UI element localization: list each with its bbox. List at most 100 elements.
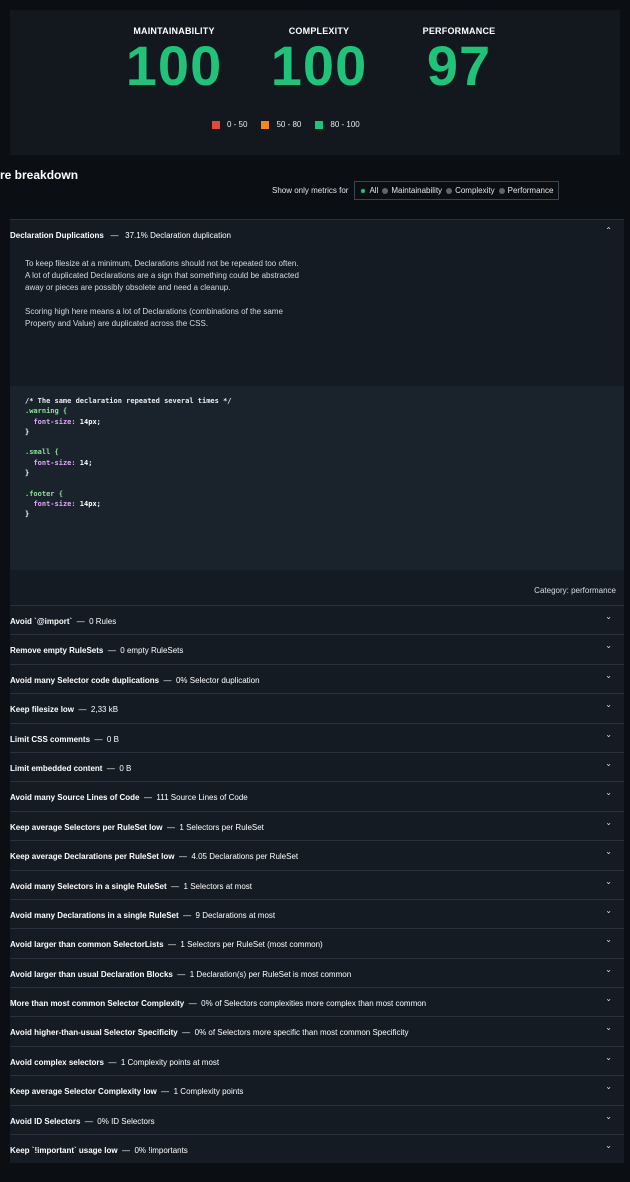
metric-row[interactable]: Keep average Selector Complexity low — 1… [10, 1075, 624, 1105]
chevron-down-icon[interactable]: ⌄ [605, 818, 612, 827]
code-brace: } [25, 510, 30, 519]
chevron-down-icon[interactable]: ⌄ [605, 641, 612, 650]
metric-separator: — [172, 969, 190, 979]
chevron-down-icon[interactable]: ⌄ [605, 965, 612, 974]
code-selector: .small { [25, 448, 59, 457]
option-label: All [369, 186, 379, 195]
metric-value: 0 B [119, 763, 132, 773]
metric-title: Avoid `@import` — 0 Rules [10, 617, 116, 626]
metric-row[interactable]: Keep average Declarations per RuleSet lo… [10, 840, 624, 870]
metric-panel-header[interactable]: Declaration Duplications — 37.1% Declara… [10, 219, 624, 252]
metric-row[interactable]: More than most common Selector Complexit… [10, 987, 624, 1017]
chevron-down-icon[interactable]: ⌄ [605, 759, 612, 768]
metric-row[interactable]: Avoid many Source Lines of Code — 111 So… [10, 781, 624, 811]
metric-title: Keep average Selector Complexity low — 1… [10, 1087, 243, 1096]
metric-value: 0 Rules [89, 617, 117, 626]
chevron-down-icon[interactable]: ⌄ [605, 1082, 612, 1091]
metric-row[interactable]: Avoid higher-than-usual Selector Specifi… [10, 1016, 624, 1046]
metric-name: Remove empty RuleSets [10, 646, 104, 656]
chevron-down-icon[interactable]: ⌄ [605, 1141, 612, 1150]
metric-row[interactable]: Keep `!important` usage low — 0% !import… [10, 1134, 624, 1164]
score-value: 97 [426, 34, 492, 97]
metric-name: Keep average Selectors per RuleSet low [10, 822, 163, 832]
metric-title: Avoid many Selector code duplications — … [10, 676, 260, 685]
code-declaration: font-size: 14px; [10, 417, 624, 427]
code-brace: } [25, 469, 30, 478]
chevron-down-icon[interactable]: ⌄ [605, 935, 612, 944]
code-selector: .warning { [25, 407, 68, 416]
description-paragraph: To keep filesize at a minimum, Declarati… [25, 259, 299, 292]
metric-value: 1 Complexity points [173, 1087, 244, 1097]
chevron-down-icon[interactable]: ⌄ [605, 700, 612, 709]
metric-separator: — [117, 1146, 135, 1156]
metric-name: Avoid many Selector code duplications [10, 675, 160, 685]
metric-title: Avoid ID Selectors — 0% ID Selectors [10, 1117, 155, 1126]
chevron-down-icon[interactable]: ⌄ [605, 788, 612, 797]
chevron-down-icon[interactable]: ⌄ [605, 1112, 612, 1121]
metric-row[interactable]: Keep average Selectors per RuleSet low —… [10, 810, 624, 841]
metric-value: 1 Declaration(s) per RuleSet is most com… [189, 969, 352, 979]
code-selector: .footer { [25, 489, 63, 498]
metric-value: 0% of Selectors more specific than most … [194, 1028, 409, 1038]
metric-value: 1 Complexity points at most [120, 1057, 220, 1067]
metric-row[interactable]: Avoid many Selectors in a single RuleSet… [10, 869, 624, 899]
filter-option-performance[interactable]: Performance [498, 186, 553, 195]
chevron-down-icon[interactable]: ⌄ [605, 1053, 612, 1062]
metric-title: Keep filesize low — 2,33 kB [10, 705, 118, 714]
filter-options: All Maintainability Complexity Performan… [354, 181, 560, 200]
chevron-down-icon[interactable]: ⌄ [605, 1023, 612, 1032]
radio-selected-icon[interactable] [360, 187, 367, 194]
legend-label: 0 - 50 [227, 120, 248, 129]
description-paragraph: Scoring high here means a lot of Declara… [25, 307, 283, 328]
chevron-up-icon[interactable]: ⌃ [605, 226, 612, 235]
metric-row[interactable]: Avoid many Selector code duplications — … [10, 663, 624, 694]
metric-separator: — [139, 793, 157, 803]
metric-description: To keep filesize at a minimum, Declarati… [25, 258, 300, 342]
code-value: 14px; [75, 417, 101, 426]
metric-name: Avoid larger than common SelectorLists [10, 940, 164, 950]
metric-value: 0% of Selectors complexities more comple… [201, 999, 427, 1009]
metric-title: Limit CSS comments — 0 B [10, 735, 119, 744]
metric-name: Keep `!important` usage low [10, 1146, 118, 1156]
metric-row[interactable]: Limit CSS comments — 0 B ⌄ [10, 722, 624, 752]
metric-value: 0% ID Selectors [97, 1116, 155, 1126]
metric-title: Remove empty RuleSets — 0 empty RuleSets [10, 646, 183, 655]
metric-separator: — [163, 940, 181, 950]
chevron-down-icon[interactable]: ⌄ [605, 671, 612, 680]
metric-row[interactable]: Avoid `@import` — 0 Rules ⌄ [10, 605, 624, 635]
chevron-down-icon[interactable]: ⌄ [605, 730, 612, 739]
metric-name: Avoid many Declarations in a single Rule… [10, 910, 179, 920]
filter-option-maintainability[interactable]: Maintainability [382, 186, 442, 195]
metric-list: Avoid `@import` — 0 Rules ⌄ Remove empty R… [10, 605, 624, 1164]
metric-separator: — [72, 617, 90, 626]
metric-title: Avoid many Declarations in a single Rule… [10, 911, 275, 920]
metric-title: Avoid many Selectors in a single RuleSet… [10, 882, 252, 891]
metric-row[interactable]: Remove empty RuleSets — 0 empty RuleSets… [10, 634, 624, 664]
metric-row[interactable]: Avoid ID Selectors — 0% ID Selectors ⌄ [10, 1104, 624, 1135]
metric-title: Avoid larger than usual Declaration Bloc… [10, 970, 351, 979]
metric-separator: — [103, 1057, 121, 1067]
metric-row[interactable]: Avoid many Declarations in a single Rule… [10, 898, 624, 929]
metric-separator: — [80, 1116, 98, 1126]
radio-icon[interactable] [446, 187, 453, 194]
metric-row[interactable]: Avoid larger than usual Declaration Bloc… [10, 957, 624, 988]
score-maintainability: MAINTAINABILITY 100 [114, 26, 234, 94]
chevron-down-icon[interactable]: ⌄ [605, 877, 612, 886]
filter-option-complexity[interactable]: Complexity [446, 186, 495, 195]
chevron-down-icon[interactable]: ⌄ [605, 906, 612, 915]
metric-row[interactable]: Avoid complex selectors — 1 Complexity p… [10, 1045, 624, 1076]
code-property: font-size: [33, 499, 76, 508]
metric-row[interactable]: Keep filesize low — 2,33 kB ⌄ [10, 693, 624, 723]
chevron-down-icon[interactable]: ⌄ [605, 994, 612, 1003]
chevron-down-icon[interactable]: ⌄ [605, 612, 612, 621]
metric-name: Keep filesize low [10, 705, 75, 715]
radio-icon[interactable] [498, 187, 505, 194]
metric-row[interactable]: Avoid larger than common SelectorLists —… [10, 928, 624, 958]
filter-option-all[interactable]: All [360, 186, 378, 195]
metric-title: Keep average Selectors per RuleSet low —… [10, 823, 264, 832]
metric-name: Avoid many Source Lines of Code [10, 793, 140, 803]
chevron-down-icon[interactable]: ⌄ [605, 847, 612, 856]
radio-icon[interactable] [382, 187, 389, 194]
metric-row[interactable]: Limit embedded content — 0 B ⌄ [10, 751, 624, 782]
metric-value: 1 Selectors per RuleSet [179, 822, 264, 832]
